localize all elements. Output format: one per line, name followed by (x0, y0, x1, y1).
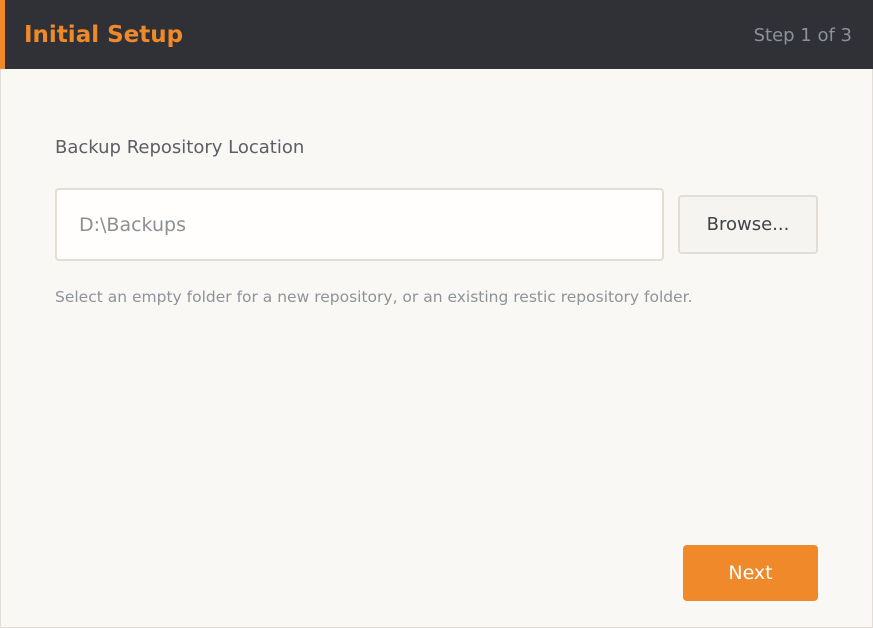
repository-location-label: Backup Repository Location (55, 137, 305, 158)
repository-path-input[interactable] (55, 188, 664, 261)
next-button[interactable]: Next (683, 545, 818, 601)
repository-hint-text: Select an empty folder for a new reposit… (55, 288, 693, 306)
step-indicator: Step 1 of 3 (753, 25, 852, 46)
browse-button[interactable]: Browse... (678, 195, 818, 254)
header-accent-bar (0, 0, 5, 69)
setup-header: Initial Setup Step 1 of 3 (0, 0, 873, 69)
page-title: Initial Setup (24, 22, 184, 48)
